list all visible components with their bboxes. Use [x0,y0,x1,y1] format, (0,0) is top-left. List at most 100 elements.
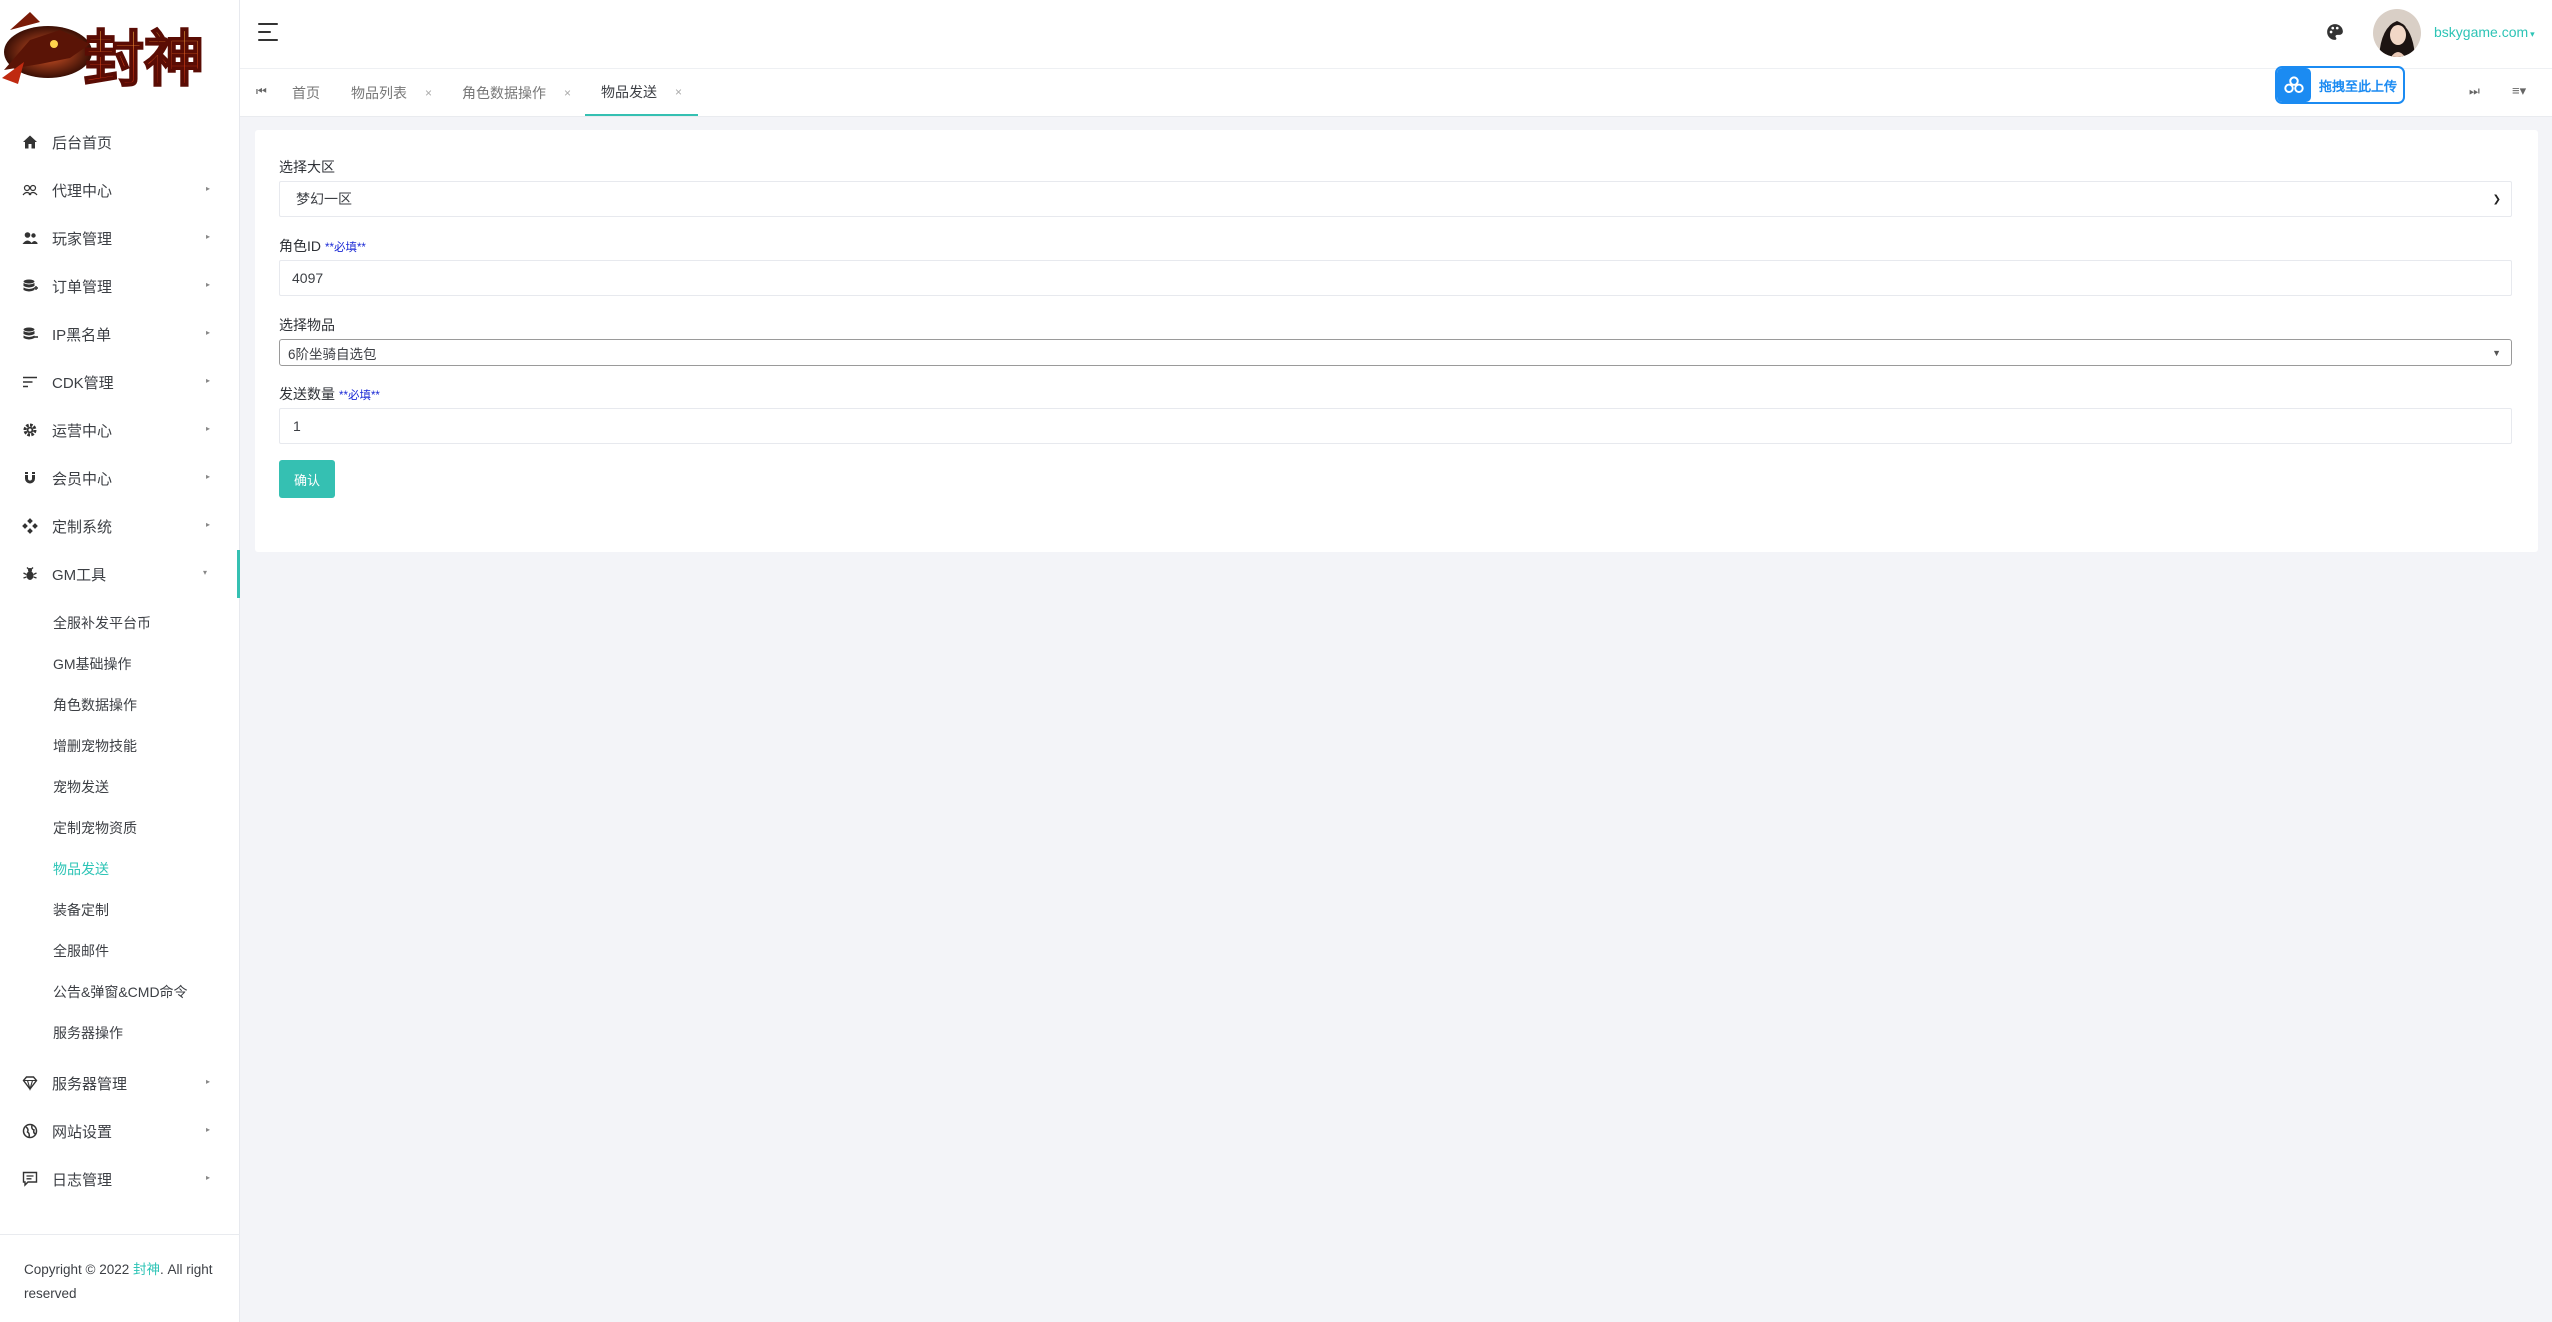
orders-icon [22,278,38,294]
sidebar-item-label: 订单管理 [52,278,113,296]
magnet-icon [22,470,38,486]
tab-home[interactable]: 首页 [292,69,320,116]
sidebar-item-server-management[interactable]: 服务器管理 ▸ [0,1059,240,1107]
region-label: 选择大区 [279,159,335,175]
sidebar-item-site-settings[interactable]: 网站设置 ▸ [0,1107,240,1155]
tab-label: 物品发送 [601,83,657,100]
sidebar-subitem-pet-aptitude[interactable]: 定制宠物资质 [0,807,240,848]
quantity-input[interactable]: 1 [279,408,2512,444]
role-id-label: 角色ID **必填** [279,236,366,256]
close-icon[interactable]: × [675,85,682,99]
sidebar-subitem-equip-custom[interactable]: 装备定制 [0,889,240,930]
sidebar-item-members[interactable]: 会员中心 ▸ [0,454,240,502]
item-select[interactable]: 6阶坐骑自选包 ▼ [279,339,2512,366]
chevron-right-icon: ▸ [205,376,210,385]
required-hint: **必填** [325,242,366,254]
quantity-label: 发送数量 **必填** [279,384,380,404]
drag-upload-label: 拖拽至此上传 [2319,78,2398,94]
comment-icon [22,1171,38,1187]
sidebar-item-label: 定制系统 [52,518,113,536]
menu-toggle-icon[interactable] [258,23,278,41]
chevron-right-icon: ▸ [205,472,210,481]
home-icon [22,134,38,150]
sidebar: 封神 后台首页 代理中心 ▸ 玩家管理 ▸ 订单管理 ▸ IP黑名单 ▸ CDK… [0,0,240,1322]
username: bskygame.com [2434,24,2529,40]
sidebar-item-label: 服务器管理 [52,1075,128,1093]
top-bar [240,0,2552,68]
tabs-scroll-right-icon[interactable]: ⏭ [2469,84,2480,99]
sidebar-item-dashboard[interactable]: 后台首页 [0,118,240,166]
role-id-input[interactable]: 4097 [279,260,2512,296]
chevron-right-icon: ▸ [205,328,210,337]
sidebar-item-label: 后台首页 [52,134,113,152]
sidebar-item-label: 日志管理 [52,1171,113,1189]
region-selected-value: 梦幻一区 [296,191,352,207]
sidebar-subitem-announce-cmd[interactable]: 公告&弹窗&CMD命令 [0,971,240,1012]
caret-down-icon: ▼ [2492,347,2501,358]
sidebar-menu: 后台首页 代理中心 ▸ 玩家管理 ▸ 订单管理 ▸ IP黑名单 ▸ CDK管理 … [0,118,240,1203]
sidebar-subitem-pet-skills[interactable]: 增删宠物技能 [0,725,240,766]
required-hint: **必填** [339,390,380,402]
players-icon [22,230,38,246]
chevron-down-icon: ▾ [202,568,207,577]
role-id-label-text: 角色ID [279,238,321,254]
chevron-right-icon: ▸ [205,1173,210,1182]
user-menu[interactable]: bskygame.com ▾ [2434,24,2535,40]
avatar[interactable] [2373,9,2421,57]
chevron-right-icon: ▸ [205,424,210,433]
region-select[interactable]: 梦幻一区 ❯ [279,181,2512,217]
sidebar-item-custom-system[interactable]: 定制系统 ▸ [0,502,240,550]
sidebar-item-label: 运营中心 [52,422,113,440]
tab-role-data[interactable]: 角色数据操作 × [462,69,571,116]
sidebar-subitem-item-send[interactable]: 物品发送 [0,848,240,889]
confirm-button[interactable]: 确认 [279,460,335,498]
bug-icon [22,566,38,582]
sidebar-item-players[interactable]: 玩家管理 ▸ [0,214,240,262]
sidebar-subitem-gm-basic[interactable]: GM基础操作 [0,643,240,684]
chevron-right-icon: ▸ [205,280,210,289]
sidebar-divider [0,1234,240,1235]
sidebar-item-logs[interactable]: 日志管理 ▸ [0,1155,240,1203]
caret-down-icon: ▾ [2530,29,2535,39]
copyright-brand-link[interactable]: 封神 [133,1262,160,1277]
tabs-scroll-left-icon[interactable]: ⏮ [256,84,267,99]
logo-image: 封神 [2,12,205,96]
database-icon [22,326,38,342]
diamond-icon [22,1075,38,1091]
copyright-prefix: Copyright © 2022 [24,1262,134,1277]
sidebar-item-gm-tools[interactable]: GM工具 ▾ [0,550,240,598]
gamepad-icon [22,518,38,534]
close-icon[interactable]: × [564,86,571,100]
sidebar-item-cdk[interactable]: CDK管理 ▸ [0,358,240,406]
sidebar-subitem-server-coins[interactable]: 全服补发平台币 [0,602,240,643]
sidebar-item-label: 会员中心 [52,470,113,488]
drag-upload-button[interactable]: 拖拽至此上传 [2275,66,2405,104]
sidebar-item-label: 代理中心 [52,182,113,200]
sidebar-item-label: CDK管理 [52,374,114,392]
item-selected-value: 6阶坐骑自选包 [288,346,377,362]
chevron-right-icon: ▸ [205,232,210,241]
tab-label: 首页 [292,84,320,101]
tab-item-list[interactable]: 物品列表 × [351,69,432,116]
role-id-value: 4097 [292,270,324,286]
palette-icon[interactable] [2326,23,2344,41]
sidebar-subitem-server-ops[interactable]: 服务器操作 [0,1012,240,1053]
tab-item-send[interactable]: 物品发送 × [585,69,699,116]
sidebar-subitem-pet-send[interactable]: 宠物发送 [0,766,240,807]
svg-text:封神: 封神 [84,25,204,95]
sidebar-subitem-server-mail[interactable]: 全服邮件 [0,930,240,971]
sidebar-subitem-role-data[interactable]: 角色数据操作 [0,684,240,725]
sidebar-item-orders[interactable]: 订单管理 ▸ [0,262,240,310]
tab-label: 物品列表 [351,84,407,101]
sidebar-item-label: 玩家管理 [52,230,113,248]
item-label: 选择物品 [279,317,335,333]
sidebar-item-operations[interactable]: 运营中心 ▸ [0,406,240,454]
globe-icon [22,1123,38,1139]
close-icon[interactable]: × [425,86,432,100]
logo[interactable]: 封神 [0,0,240,118]
tabs-menu-icon[interactable]: ≡▾ [2512,83,2526,99]
sidebar-item-ip-blacklist[interactable]: IP黑名单 ▸ [0,310,240,358]
sidebar-item-agents[interactable]: 代理中心 ▸ [0,166,240,214]
gear-icon [22,422,38,438]
chevron-right-icon: ▸ [205,520,210,529]
